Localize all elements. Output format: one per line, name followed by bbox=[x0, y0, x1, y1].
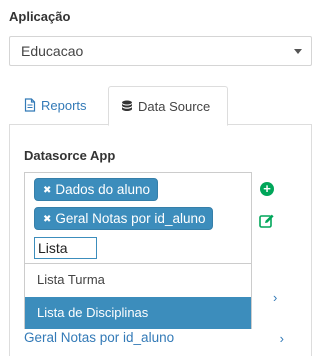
list-item-label: Geral Notas por id_aluno bbox=[24, 330, 175, 345]
datasource-title: Datasorce App bbox=[24, 148, 116, 163]
panel-border-left bbox=[9, 124, 10, 356]
dropdown-option-highlighted[interactable]: Lista de Disciplinas bbox=[25, 297, 251, 329]
selected-chip: ✖ Dados do aluno bbox=[34, 178, 158, 201]
database-icon bbox=[122, 100, 132, 111]
edit-icon[interactable] bbox=[259, 213, 275, 229]
add-icon[interactable]: + bbox=[260, 182, 274, 196]
datasource-dropdown: Lista Turma Lista de Disciplinas bbox=[24, 263, 252, 329]
tab-reports[interactable]: Reports bbox=[24, 86, 87, 124]
application-select[interactable]: Educacao bbox=[9, 36, 312, 66]
file-icon bbox=[24, 98, 36, 112]
dropdown-option[interactable]: Lista Turma bbox=[25, 264, 251, 296]
tab-data-source[interactable]: Data Source bbox=[108, 86, 228, 126]
chip-label: Geral Notas por id_aluno bbox=[55, 211, 206, 226]
application-select-value: Educacao bbox=[21, 43, 84, 59]
panel-border-right bbox=[311, 124, 312, 356]
chevron-right-icon[interactable]: › bbox=[273, 290, 277, 305]
remove-chip-icon[interactable]: ✖ bbox=[43, 214, 51, 225]
remove-chip-icon[interactable]: ✖ bbox=[43, 185, 51, 196]
datasource-list-item[interactable]: Geral Notas por id_aluno › bbox=[24, 330, 288, 350]
chevron-right-icon: › bbox=[279, 331, 284, 346]
chevron-down-icon bbox=[294, 49, 302, 54]
chip-label: Dados do aluno bbox=[55, 182, 150, 197]
datasource-multiselect[interactable]: ✖ Dados do aluno ✖ Geral Notas por id_alun… bbox=[24, 172, 252, 264]
selected-chip: ✖ Geral Notas por id_aluno bbox=[34, 207, 214, 230]
tab-data-source-label: Data Source bbox=[138, 98, 211, 114]
tab-reports-label: Reports bbox=[41, 97, 87, 113]
app-label: Aplicação bbox=[9, 9, 71, 24]
datasource-search-input[interactable] bbox=[34, 237, 97, 259]
